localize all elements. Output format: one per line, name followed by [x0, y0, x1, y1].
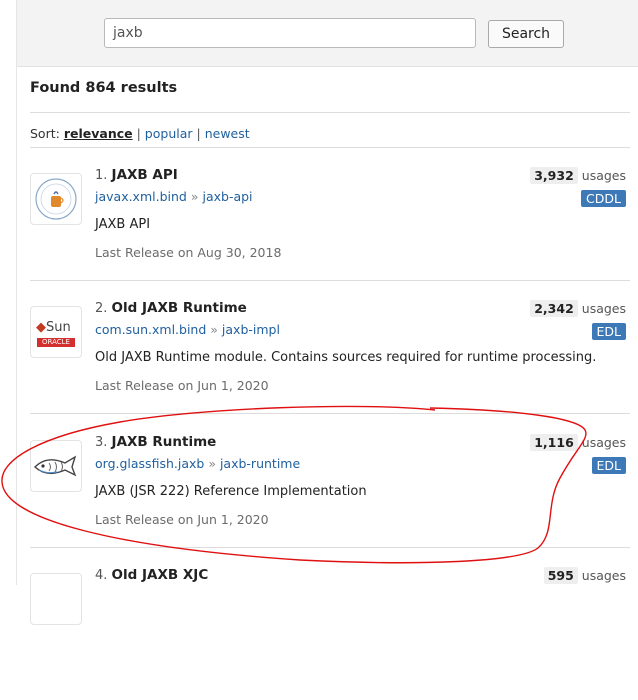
result-index: 3. — [95, 435, 108, 450]
result-title: 2. Old JAXB Runtime — [95, 300, 247, 316]
page-left-border — [16, 0, 17, 585]
divider — [30, 112, 630, 113]
result-name-link[interactable]: Old JAXB XJC — [112, 567, 209, 583]
result-coordinates: javax.xml.bind » jaxb-api — [95, 189, 253, 204]
coordinate-arrow: » — [190, 189, 199, 204]
search-bar: jaxb Search — [17, 0, 638, 67]
result-name-link[interactable]: Old JAXB Runtime — [112, 300, 247, 316]
divider — [30, 413, 630, 414]
sort-separator: | — [196, 126, 201, 141]
result-name-link[interactable]: JAXB API — [112, 167, 178, 183]
usage-label: usages — [581, 435, 626, 450]
coordinate-arrow: » — [208, 456, 216, 471]
group-id-link[interactable]: org.glassfish.jaxb — [95, 456, 204, 471]
result-title: 3. JAXB Runtime — [95, 434, 216, 450]
result-coordinates: org.glassfish.jaxb » jaxb-runtime — [95, 456, 300, 471]
usage-number: 3,932 — [530, 167, 578, 184]
glassfish-logo-icon[interactable] — [30, 440, 82, 492]
sort-popular-link[interactable]: popular — [145, 126, 193, 141]
license-badge[interactable]: EDL — [591, 323, 626, 340]
divider — [30, 147, 630, 148]
usage-count[interactable]: 1,116 usages — [530, 434, 626, 451]
result-coordinates: com.sun.xml.bind » jaxb-impl — [95, 322, 280, 337]
license-badge[interactable]: CDDL — [581, 190, 626, 207]
coordinate-arrow: » — [210, 322, 218, 337]
jcp-logo-icon[interactable] — [30, 173, 82, 225]
license-badge[interactable]: EDL — [591, 457, 626, 474]
sort-separator: | — [136, 126, 141, 141]
sort-newest-link[interactable]: newest — [205, 126, 250, 141]
usage-count[interactable]: 3,932 usages — [530, 167, 626, 184]
artifact-id-link[interactable]: jaxb-impl — [222, 322, 280, 337]
sun-oracle-logo-icon[interactable] — [30, 573, 82, 625]
usage-count[interactable]: 595 usages — [543, 567, 626, 584]
usage-number: 1,116 — [530, 434, 578, 451]
sort-bar: Sort: relevance | popular | newest — [30, 126, 250, 141]
result-index: 1. — [95, 168, 108, 183]
results-count-heading: Found 864 results — [30, 80, 178, 96]
usage-label: usages — [581, 568, 626, 583]
result-index: 2. — [95, 301, 108, 316]
usage-label: usages — [581, 168, 626, 183]
usage-number: 595 — [543, 567, 578, 584]
last-release: Last Release on Aug 30, 2018 — [95, 245, 282, 260]
result-title: 4. Old JAXB XJC — [95, 567, 208, 583]
result-name-link[interactable]: JAXB Runtime — [112, 434, 217, 450]
last-release: Last Release on Jun 1, 2020 — [95, 512, 269, 527]
search-input[interactable]: jaxb — [104, 18, 476, 48]
logo-text: ORACLE — [37, 338, 75, 347]
sun-oracle-logo-icon[interactable]: ◆Sun ORACLE — [30, 306, 82, 358]
result-title: 1. JAXB API — [95, 167, 178, 183]
usage-count[interactable]: 2,342 usages — [530, 300, 626, 317]
search-button[interactable]: Search — [488, 20, 564, 48]
result-description: JAXB API — [95, 217, 151, 232]
divider — [30, 547, 630, 548]
result-index: 4. — [95, 568, 108, 583]
logo-text: Sun — [46, 320, 71, 335]
usage-number: 2,342 — [530, 300, 578, 317]
artifact-id-link[interactable]: jaxb-runtime — [220, 456, 300, 471]
group-id-link[interactable]: com.sun.xml.bind — [95, 322, 206, 337]
sort-relevance-link[interactable]: relevance — [64, 126, 133, 141]
divider — [30, 280, 630, 281]
result-item: 4. Old JAXB XJC 595 usages — [30, 567, 638, 700]
sort-label: Sort: — [30, 126, 60, 141]
group-id-link[interactable]: javax.xml.bind — [95, 189, 187, 204]
usage-label: usages — [581, 301, 626, 316]
result-description: Old JAXB Runtime module. Contains source… — [95, 350, 597, 365]
artifact-id-link[interactable]: jaxb-api — [202, 189, 252, 204]
last-release: Last Release on Jun 1, 2020 — [95, 378, 269, 393]
result-description: JAXB (JSR 222) Reference Implementation — [95, 484, 367, 499]
